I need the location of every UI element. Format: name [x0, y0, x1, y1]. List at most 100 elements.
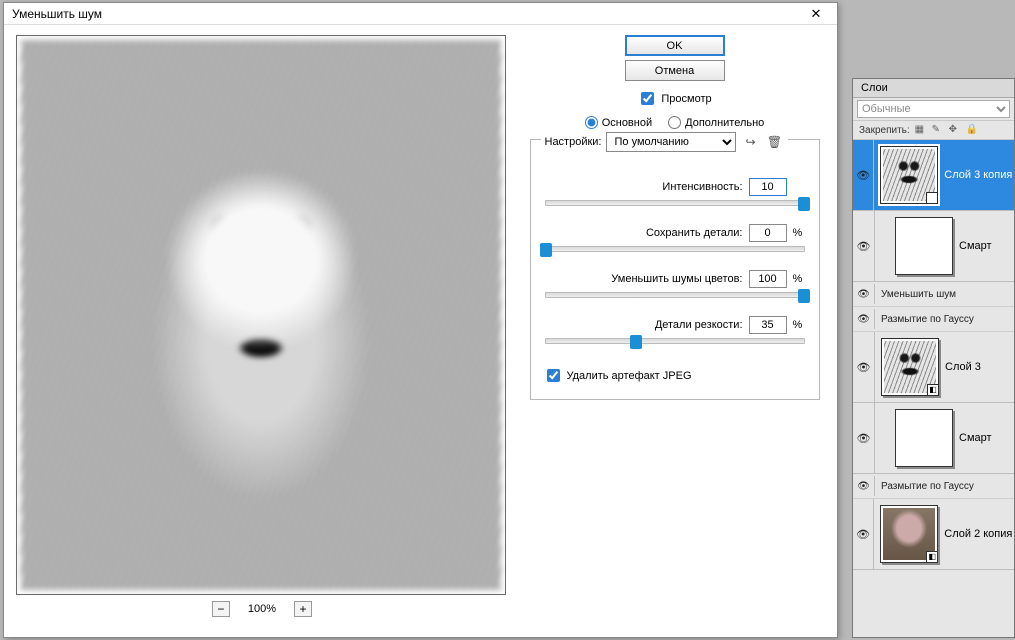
dialog-title: Уменьшить шум — [12, 7, 102, 21]
remove-jpeg-row[interactable]: Удалить артефакт JPEG — [543, 366, 807, 385]
preserve-label: Сохранить детали: — [646, 227, 743, 239]
color-label: Уменьшить шумы цветов: — [611, 273, 742, 285]
color-slider[interactable] — [545, 292, 805, 298]
lock-all-icon[interactable]: 🔒 — [966, 124, 978, 136]
lock-position-icon[interactable]: ✥ — [949, 124, 961, 136]
eye-icon[interactable]: 👁 — [857, 240, 871, 253]
eye-icon[interactable]: 👁 — [856, 528, 870, 541]
close-button[interactable]: ✕ — [799, 4, 833, 24]
filter-mask-thumbnail[interactable] — [895, 217, 953, 275]
layer-name[interactable]: Смарт — [959, 432, 996, 444]
mode-advanced-label: Дополнительно — [685, 117, 764, 129]
mode-radio-group: Основной Дополнительно — [585, 116, 765, 129]
layer-thumbnail[interactable]: ◧ — [880, 146, 938, 204]
eye-icon[interactable]: 👁 — [857, 289, 870, 300]
color-thumb[interactable] — [798, 289, 810, 303]
layer-row[interactable]: 👁 ◧ Слой 2 копия — [853, 499, 1014, 570]
eye-icon[interactable]: 👁 — [856, 169, 870, 182]
preview-checkbox-row[interactable]: Просмотр — [637, 89, 711, 108]
settings-select[interactable]: По умолчанию — [606, 132, 736, 152]
eye-icon[interactable]: 👁 — [857, 361, 871, 374]
layer-name[interactable]: Смарт — [959, 240, 996, 252]
sharpen-unit: % — [793, 319, 807, 331]
filter-name[interactable]: Размытие по Гауссу — [881, 314, 974, 325]
strength-label: Интенсивность: — [662, 181, 742, 193]
eye-icon[interactable]: 👁 — [857, 314, 870, 325]
remove-jpeg-checkbox[interactable] — [547, 369, 560, 382]
sharpen-param: Детали резкости: % — [543, 316, 807, 344]
mode-advanced-option[interactable]: Дополнительно — [668, 116, 764, 129]
layer-row[interactable]: 👁 ◧ Слой 3 — [853, 332, 1014, 403]
strength-thumb[interactable] — [798, 197, 810, 211]
sharpen-thumb[interactable] — [630, 335, 642, 349]
zoom-in-button[interactable]: + — [294, 601, 312, 617]
close-icon: ✕ — [811, 6, 822, 22]
preserve-param: Сохранить детали: % — [543, 224, 807, 252]
minus-icon: − — [217, 603, 224, 615]
sharpen-slider[interactable] — [545, 338, 805, 344]
preview-frame[interactable] — [16, 35, 506, 595]
layer-row[interactable]: 👁 ◧ Слой 3 копия — [853, 140, 1014, 211]
lock-transparency-icon[interactable]: ▦ — [915, 124, 927, 136]
mode-basic-option[interactable]: Основной — [585, 116, 652, 129]
layers-panel: Слои Обычные Закрепить: ▦ ✎ ✥ 🔒 👁 ◧ Слой… — [852, 78, 1015, 638]
settings-legend: Настройки: По умолчанию ↪ 🗑 — [541, 132, 788, 152]
filter-mask-thumbnail[interactable] — [895, 409, 953, 467]
lock-label: Закрепить: — [859, 125, 910, 136]
titlebar[interactable]: Уменьшить шум ✕ — [4, 3, 837, 25]
cancel-button[interactable]: Отмена — [625, 60, 725, 81]
delete-preset-button[interactable]: 🗑 — [766, 133, 784, 151]
preserve-unit: % — [793, 227, 807, 239]
color-noise-param: Уменьшить шумы цветов: % — [543, 270, 807, 298]
eye-icon[interactable]: 👁 — [857, 481, 870, 492]
layer-row[interactable]: 👁 Смарт — [853, 211, 1014, 282]
zoom-controls: − 100% + — [16, 601, 508, 617]
zoom-level: 100% — [248, 603, 276, 615]
smart-filter-row[interactable]: 👁 Размытие по Гауссу — [853, 307, 1014, 332]
layers-list: 👁 ◧ Слой 3 копия 👁 Смарт 👁 Уменьшить шум… — [853, 140, 1014, 637]
blend-mode-row: Обычные — [853, 98, 1014, 121]
eye-icon[interactable]: 👁 — [857, 432, 871, 445]
preview-checkbox[interactable] — [641, 92, 654, 105]
preview-column: − 100% + — [16, 35, 508, 627]
preview-label: Просмотр — [661, 93, 711, 105]
strength-param: Интенсивность: — [543, 178, 807, 206]
settings-group: Настройки: По умолчанию ↪ 🗑 Интенсивност… — [530, 139, 820, 400]
layer-thumbnail[interactable]: ◧ — [880, 505, 938, 563]
remove-jpeg-label: Удалить артефакт JPEG — [567, 370, 692, 382]
save-preset-button[interactable]: ↪ — [742, 133, 760, 151]
filter-name[interactable]: Размытие по Гауссу — [881, 481, 974, 492]
smart-filter-row[interactable]: 👁 Уменьшить шум — [853, 282, 1014, 307]
layer-name[interactable]: Слой 3 — [945, 361, 985, 373]
lock-pixels-icon[interactable]: ✎ — [932, 124, 944, 136]
mode-advanced-radio[interactable] — [668, 116, 681, 129]
layers-tab[interactable]: Слои — [853, 79, 1014, 98]
ok-button[interactable]: OK — [625, 35, 725, 56]
lock-row: Закрепить: ▦ ✎ ✥ 🔒 — [853, 121, 1014, 140]
smart-object-icon: ◧ — [926, 551, 938, 563]
trash-icon: 🗑 — [767, 135, 782, 149]
sharpen-label: Детали резкости: — [655, 319, 743, 331]
controls-column: OK Отмена Просмотр Основной Дополнительн… — [524, 35, 825, 627]
sharpen-input[interactable] — [749, 316, 787, 334]
layer-name[interactable]: Слой 3 копия — [944, 169, 1014, 181]
smart-filter-row[interactable]: 👁 Размытие по Гауссу — [853, 474, 1014, 499]
layer-thumbnail[interactable]: ◧ — [881, 338, 939, 396]
mode-basic-radio[interactable] — [585, 116, 598, 129]
layer-name[interactable]: Слой 2 копия — [944, 528, 1014, 540]
mode-basic-label: Основной — [602, 117, 652, 129]
save-preset-icon: ↪ — [745, 135, 755, 149]
filter-name[interactable]: Уменьшить шум — [881, 289, 956, 300]
strength-input[interactable] — [749, 178, 787, 196]
color-input[interactable] — [749, 270, 787, 288]
preserve-slider[interactable] — [545, 246, 805, 252]
zoom-out-button[interactable]: − — [212, 601, 230, 617]
blend-mode-select[interactable]: Обычные — [857, 100, 1010, 118]
preview-image — [21, 40, 501, 590]
preserve-input[interactable] — [749, 224, 787, 242]
smart-object-icon: ◧ — [926, 192, 938, 204]
preserve-thumb[interactable] — [540, 243, 552, 257]
layer-row[interactable]: 👁 Смарт — [853, 403, 1014, 474]
color-unit: % — [793, 273, 807, 285]
strength-slider[interactable] — [545, 200, 805, 206]
